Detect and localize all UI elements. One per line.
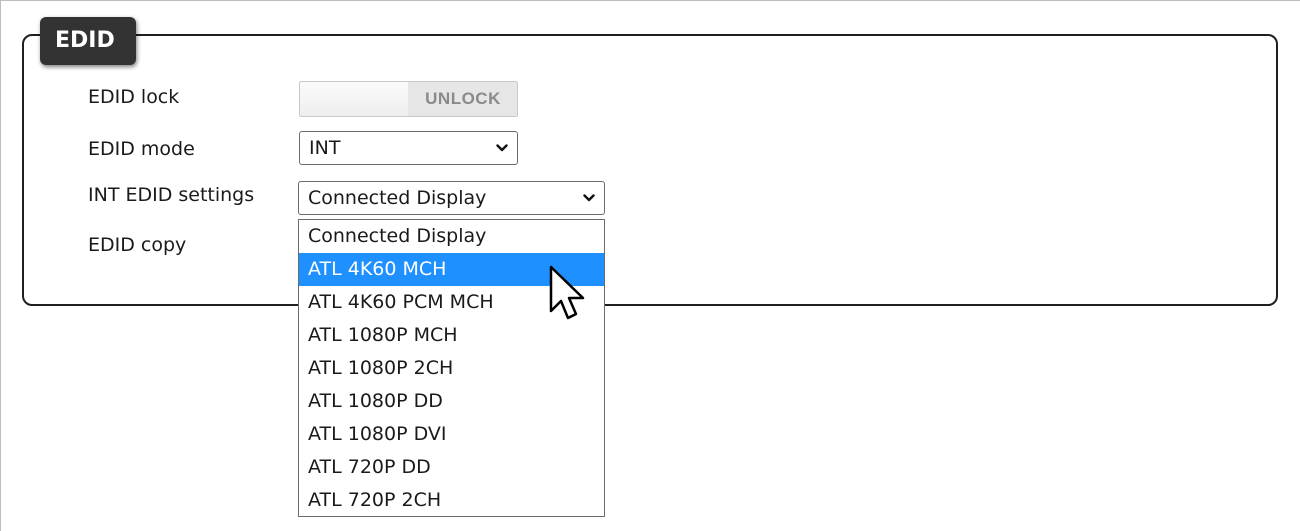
dropdown-option[interactable]: ATL 1080P DD (299, 385, 604, 418)
panel-title: EDID (40, 17, 136, 65)
chevron-down-icon (583, 194, 595, 202)
page-edge-top (0, 0, 1300, 1)
dropdown-option[interactable]: ATL 1080P 2CH (299, 352, 604, 385)
toggle-knob[interactable] (300, 82, 409, 116)
edid-mode-select[interactable]: INT (299, 131, 518, 165)
int-edid-settings-label: INT EDID settings (88, 184, 255, 206)
edid-mode-value: INT (309, 137, 341, 159)
edid-mode-label: EDID mode (88, 138, 195, 160)
dropdown-option[interactable]: ATL 1080P DVI (299, 418, 604, 451)
mouse-pointer-icon (549, 265, 585, 320)
edid-lock-label: EDID lock (88, 86, 180, 108)
int-edid-settings-value: Connected Display (308, 187, 487, 209)
dropdown-option[interactable]: Connected Display (299, 220, 604, 253)
edid-copy-label: EDID copy (88, 234, 187, 256)
dropdown-option[interactable]: ATL 720P DD (299, 451, 604, 484)
int-edid-settings-select[interactable]: Connected Display (298, 181, 605, 215)
chevron-down-icon (496, 144, 508, 152)
page-edge-left (0, 0, 1, 531)
dropdown-option[interactable]: ATL 720P 2CH (299, 484, 604, 517)
edid-lock-toggle[interactable]: UNLOCK (299, 81, 518, 117)
edid-panel (22, 34, 1278, 306)
toggle-state-text: UNLOCK (408, 82, 517, 116)
